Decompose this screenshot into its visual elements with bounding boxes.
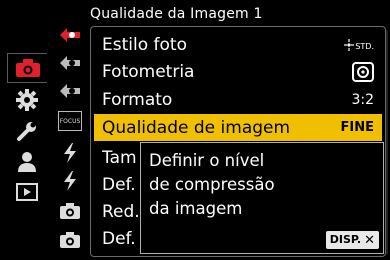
help-text-line-3: da imagem: [149, 199, 243, 218]
subtab-camera-2[interactable]: [56, 227, 84, 253]
page-title: Qualidade da Imagem 1: [90, 6, 263, 22]
subtab-1[interactable]: [56, 22, 84, 48]
menu-item-value: 3:2: [351, 91, 374, 108]
menu-item-label: Qualidade de imagem: [102, 117, 291, 138]
photo-quality-page-3-icon: [60, 84, 80, 98]
menu-item-label: Def.: [102, 228, 136, 249]
photo-quality-page-2-icon: [60, 56, 80, 70]
focus-label: FOCUS: [59, 117, 81, 125]
menu-item-qualidade-imagem[interactable]: Qualidade de imagem FINE: [94, 114, 382, 141]
disp-close-button[interactable]: DISP. ✕: [325, 231, 379, 249]
menu-item-label: Estilo foto: [102, 34, 187, 55]
photo-quality-page-icon: [60, 28, 80, 42]
camera-menu-screen: FOCUS Qualidade da Imagem 1 Estilo foto …: [0, 0, 390, 260]
menu-item-estilo-foto[interactable]: Estilo foto STD.: [94, 31, 382, 58]
metering-multi-icon: [352, 61, 374, 82]
scrollbar[interactable]: [386, 30, 388, 254]
flash-page-2-icon: [64, 171, 76, 191]
subtab-focus[interactable]: FOCUS: [56, 108, 84, 134]
category-photo[interactable]: [7, 53, 49, 83]
menu-item-label: Def.: [102, 174, 136, 195]
subtab-3[interactable]: [56, 78, 84, 104]
camera-icon: [15, 59, 40, 77]
person-icon: [18, 152, 36, 172]
help-popup: Definir o nível de compressão da imagem …: [140, 142, 384, 254]
menu-item-label: Red.: [102, 201, 140, 222]
gear-icon: [16, 89, 38, 111]
menu-item-label: Formato: [102, 89, 173, 110]
help-text-line-2: de compressão: [149, 175, 275, 194]
subtab-flash-1[interactable]: [56, 140, 84, 166]
camera-page-icon: [60, 203, 80, 219]
subtab-column: FOCUS: [48, 0, 90, 260]
camera-page-2-icon: [60, 232, 80, 248]
subtab-camera-1[interactable]: [56, 198, 84, 224]
subtab-flash-2[interactable]: [56, 168, 84, 194]
close-icon: ✕: [364, 232, 375, 248]
flash-page-icon: [64, 143, 76, 163]
category-setup[interactable]: [10, 117, 44, 145]
menu-item-value: STD.: [355, 41, 374, 51]
playback-icon: [16, 183, 38, 201]
sparkle-icon: [344, 38, 355, 51]
menu-item-label: Tam: [102, 147, 137, 168]
menu-item-value: FINE: [340, 120, 374, 135]
category-my-menu[interactable]: [10, 148, 44, 176]
wrench-icon: [17, 122, 36, 141]
menu-item-fotometria[interactable]: Fotometria: [94, 58, 382, 85]
subtab-2[interactable]: [56, 50, 84, 76]
focus-page-icon: FOCUS: [58, 111, 82, 131]
category-playback[interactable]: [10, 178, 44, 206]
disp-label: DISP.: [329, 233, 362, 246]
category-settings[interactable]: [10, 86, 44, 114]
help-text-line-1: Definir o nível: [149, 151, 265, 170]
category-column: [0, 0, 49, 260]
menu-item-label: Fotometria: [102, 61, 195, 82]
photo-style-std-icon: STD.: [344, 38, 374, 51]
menu-item-formato[interactable]: Formato 3:2: [94, 86, 382, 113]
